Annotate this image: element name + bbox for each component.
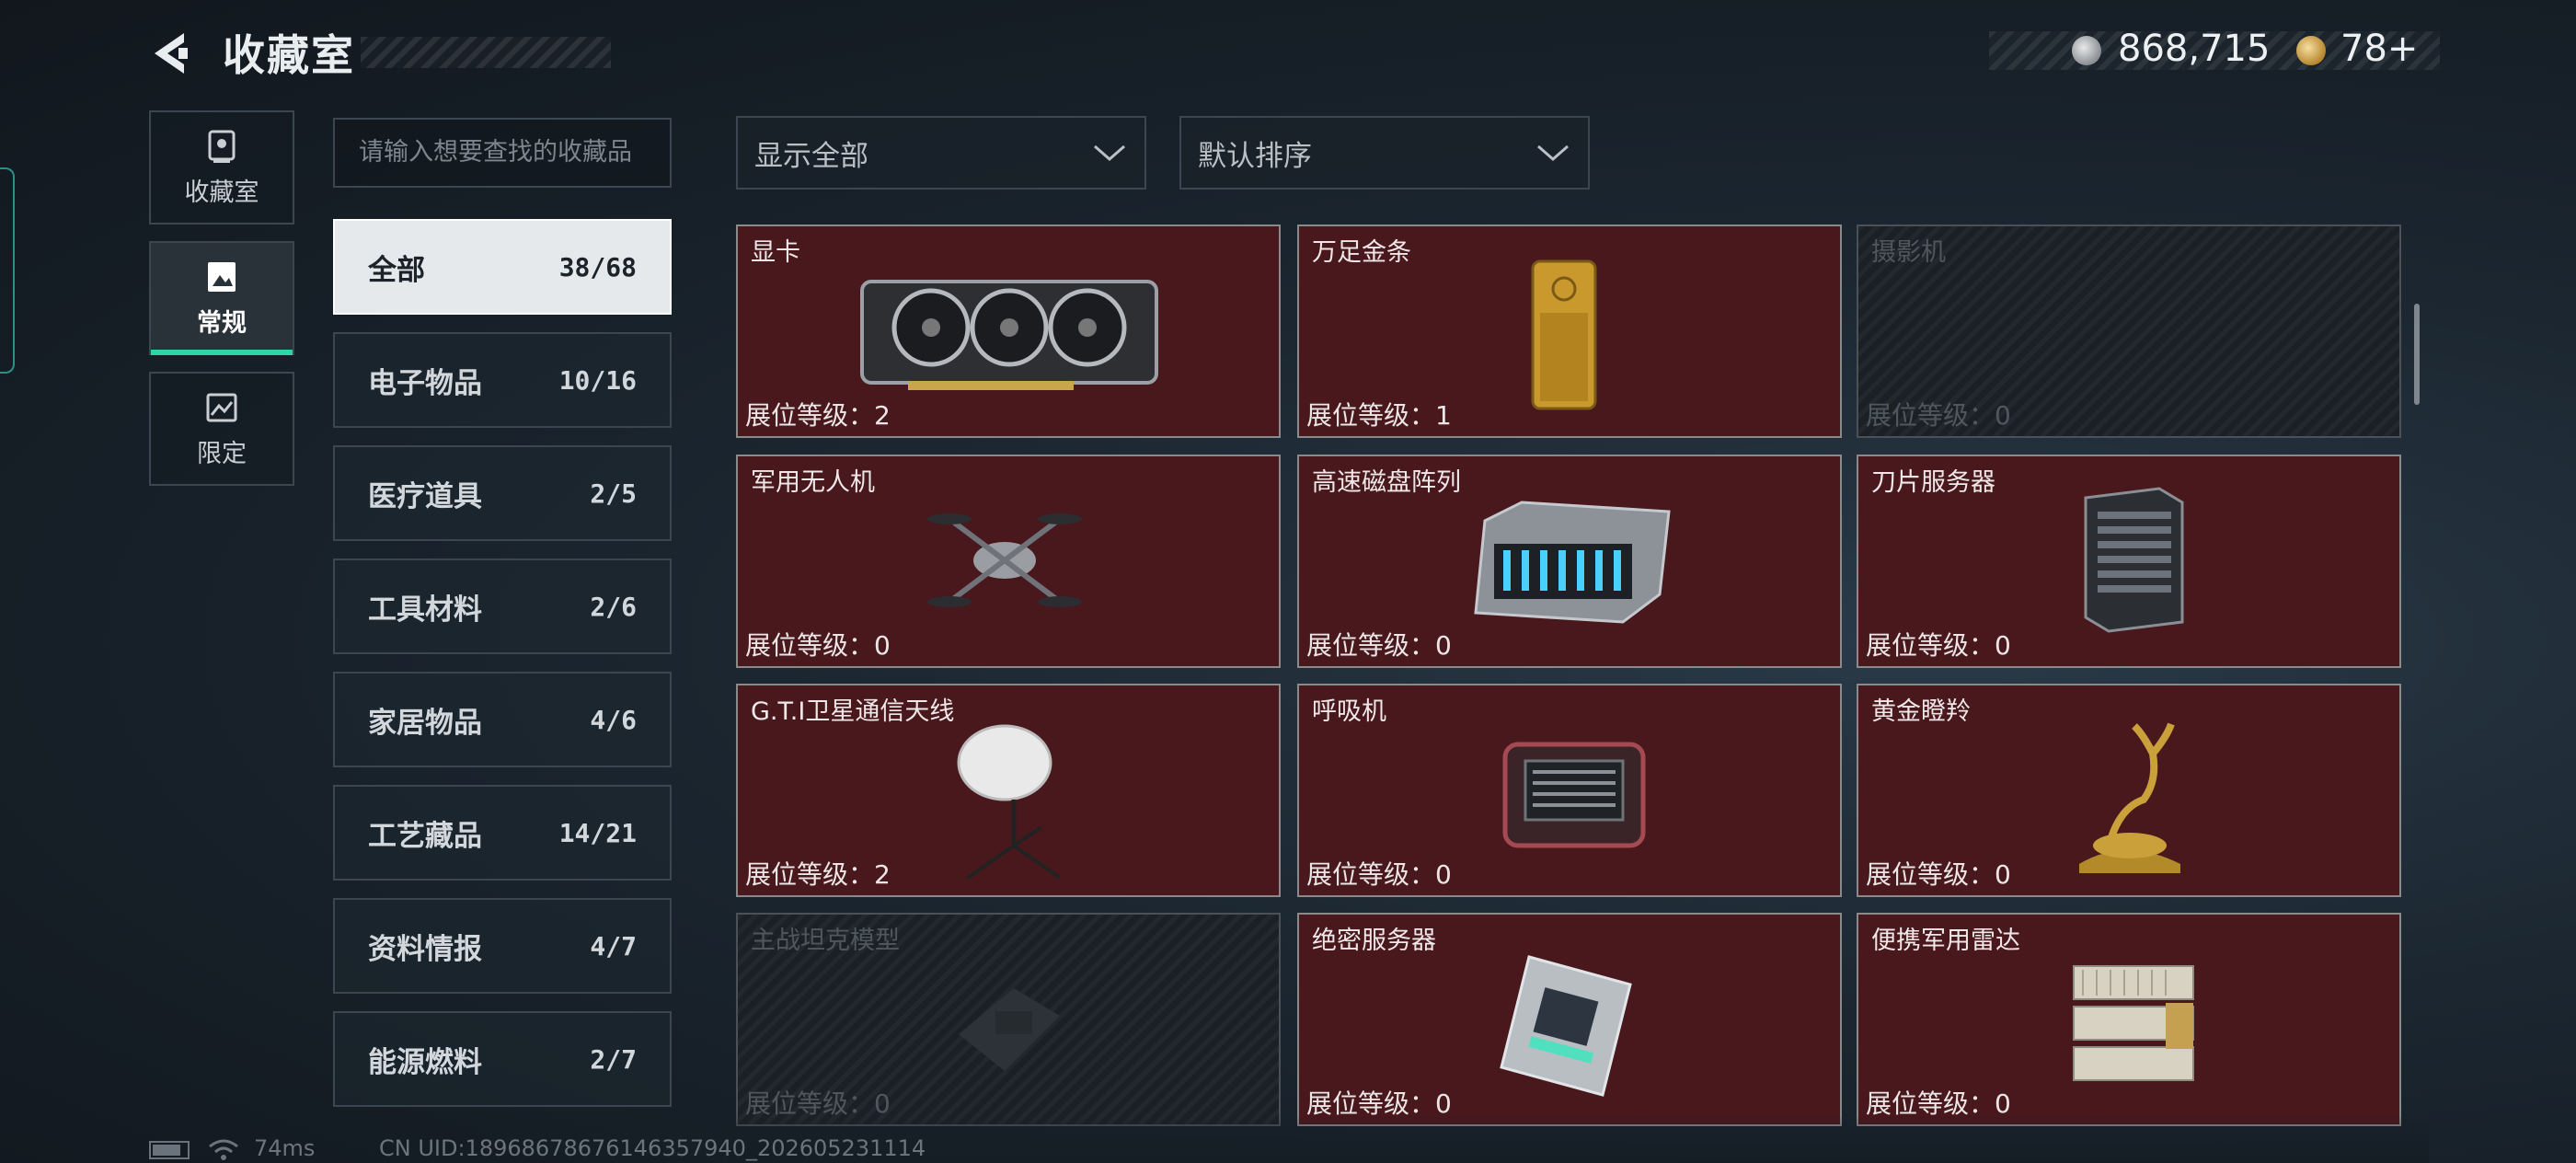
item-name: 主战坦克模型 (751, 927, 900, 955)
category-name: 资料情报 (368, 932, 482, 966)
category-name: 家居物品 (368, 706, 482, 740)
picture-icon (208, 261, 236, 292)
category-count: 4/6 (590, 704, 637, 735)
item-name: G.T.I卫星通信天线 (751, 697, 955, 726)
item-display-level: 展位等级：0 (745, 630, 891, 661)
side-tab-regular[interactable]: 常规 (149, 241, 294, 355)
silver-coin-icon (2072, 36, 2101, 65)
item-name: 万足金条 (1312, 238, 1411, 267)
silver-currency-amount: 868,715 (2118, 28, 2271, 70)
item-name: 显卡 (751, 238, 800, 267)
collection-item-card[interactable]: 高速磁盘阵列展位等级：0 (1297, 455, 1842, 668)
back-arrow-icon (155, 33, 188, 74)
wifi-icon (209, 1139, 238, 1160)
ping-value: 74ms (254, 1135, 316, 1161)
collection-item-card[interactable]: 主战坦克模型 展位等级：0 (736, 913, 1281, 1126)
category-item[interactable]: 电子物品 10/16 (333, 332, 672, 428)
item-name: 刀片服务器 (1871, 468, 1995, 497)
item-display-level: 展位等级：1 (1306, 400, 1452, 431)
item-display-level: 展位等级：2 (745, 400, 891, 431)
display-filter-value: 显示全部 (754, 139, 868, 173)
category-item[interactable]: 工具材料 2/6 (333, 558, 672, 654)
collection-item-card[interactable]: 绝密服务器 展位等级：0 (1297, 913, 1842, 1126)
category-name: 工艺藏品 (368, 819, 482, 853)
item-name: 呼吸机 (1312, 697, 1386, 726)
category-count: 2/7 (590, 1043, 637, 1075)
category-name: 能源燃料 (368, 1045, 482, 1079)
page-title: 收藏室 (223, 30, 355, 80)
category-count: 10/16 (558, 364, 637, 396)
collection-item-card[interactable]: 显卡展位等级：2 (736, 225, 1281, 438)
grid-scrollbar[interactable] (2414, 304, 2420, 405)
collection-item-card[interactable]: 刀片服务器展位等级：0 (1857, 455, 2401, 668)
landscape-icon (206, 393, 237, 421)
category-item[interactable]: 资料情报 4/7 (333, 898, 672, 994)
item-display-level: 展位等级：0 (1866, 400, 2011, 431)
back-button[interactable] (147, 26, 202, 81)
category-name: 医疗道具 (368, 479, 482, 513)
category-item[interactable]: 全部 38/68 (333, 219, 672, 315)
category-name: 工具材料 (368, 593, 482, 627)
search-input[interactable]: 请输入想要查找的收藏品 (333, 118, 672, 188)
battery-icon (149, 1141, 190, 1159)
item-name: 绝密服务器 (1312, 927, 1436, 955)
collection-item-card[interactable]: 军用无人机展位等级：0 (736, 455, 1281, 668)
item-name: 摄影机 (1871, 238, 1946, 267)
chevron-down-icon (1537, 144, 1569, 161)
left-edge-handle[interactable] (0, 167, 15, 374)
gold-currency-amount[interactable]: 78+ (2340, 28, 2418, 70)
category-count: 2/5 (590, 478, 637, 509)
item-display-level: 展位等级：2 (745, 859, 891, 890)
item-name: 黄金瞪羚 (1871, 697, 1971, 726)
active-tab-underline (151, 350, 293, 355)
item-name: 军用无人机 (751, 468, 875, 497)
side-tab-label: 常规 (197, 308, 247, 338)
title-decoration (361, 37, 611, 68)
item-name: 便携军用雷达 (1871, 927, 2020, 955)
category-count: 2/6 (590, 591, 637, 622)
collection-item-card[interactable]: 呼吸机展位等级：0 (1297, 684, 1842, 897)
display-filter-dropdown[interactable]: 显示全部 (736, 116, 1146, 190)
category-item[interactable]: 能源燃料 2/7 (333, 1011, 672, 1107)
grid-bottom-fade (727, 1115, 2429, 1163)
collection-item-card[interactable]: 万足金条展位等级：1 (1297, 225, 1842, 438)
user-uid: CN UID:18968678676146357940_202605231114 (379, 1135, 926, 1161)
category-name: 全部 (368, 253, 425, 287)
sort-value: 默认排序 (1198, 139, 1312, 173)
item-display-level: 展位等级：0 (1866, 859, 2011, 890)
collection-item-card[interactable]: G.T.I卫星通信天线展位等级：2 (736, 684, 1281, 897)
category-count: 4/7 (590, 930, 637, 961)
category-count: 14/21 (558, 817, 637, 848)
trophy-case-icon (208, 130, 236, 163)
category-item[interactable]: 医疗道具 2/5 (333, 445, 672, 541)
item-display-level: 展位等级：0 (1306, 859, 1452, 890)
side-tab-label: 限定 (197, 439, 247, 468)
item-display-level: 展位等级：0 (1866, 630, 2011, 661)
gold-coin-icon (2296, 36, 2326, 65)
collection-item-card[interactable]: 便携军用雷达 展位等级：0 (1857, 913, 2401, 1126)
chevron-down-icon (1094, 144, 1125, 161)
side-tab-collection-room[interactable]: 收藏室 (149, 110, 294, 225)
sort-dropdown[interactable]: 默认排序 (1179, 116, 1590, 190)
category-item[interactable]: 家居物品 4/6 (333, 672, 672, 767)
item-name: 高速磁盘阵列 (1312, 468, 1461, 497)
side-tab-label: 收藏室 (184, 178, 259, 207)
item-display-level: 展位等级：0 (1306, 630, 1452, 661)
collection-item-card[interactable]: 摄影机展位等级：0 (1857, 225, 2401, 438)
collection-item-card[interactable]: 黄金瞪羚展位等级：0 (1857, 684, 2401, 897)
category-count: 38/68 (558, 251, 637, 282)
side-tab-limited[interactable]: 限定 (149, 372, 294, 486)
category-item[interactable]: 工艺藏品 14/21 (333, 785, 672, 881)
category-name: 电子物品 (368, 366, 482, 400)
